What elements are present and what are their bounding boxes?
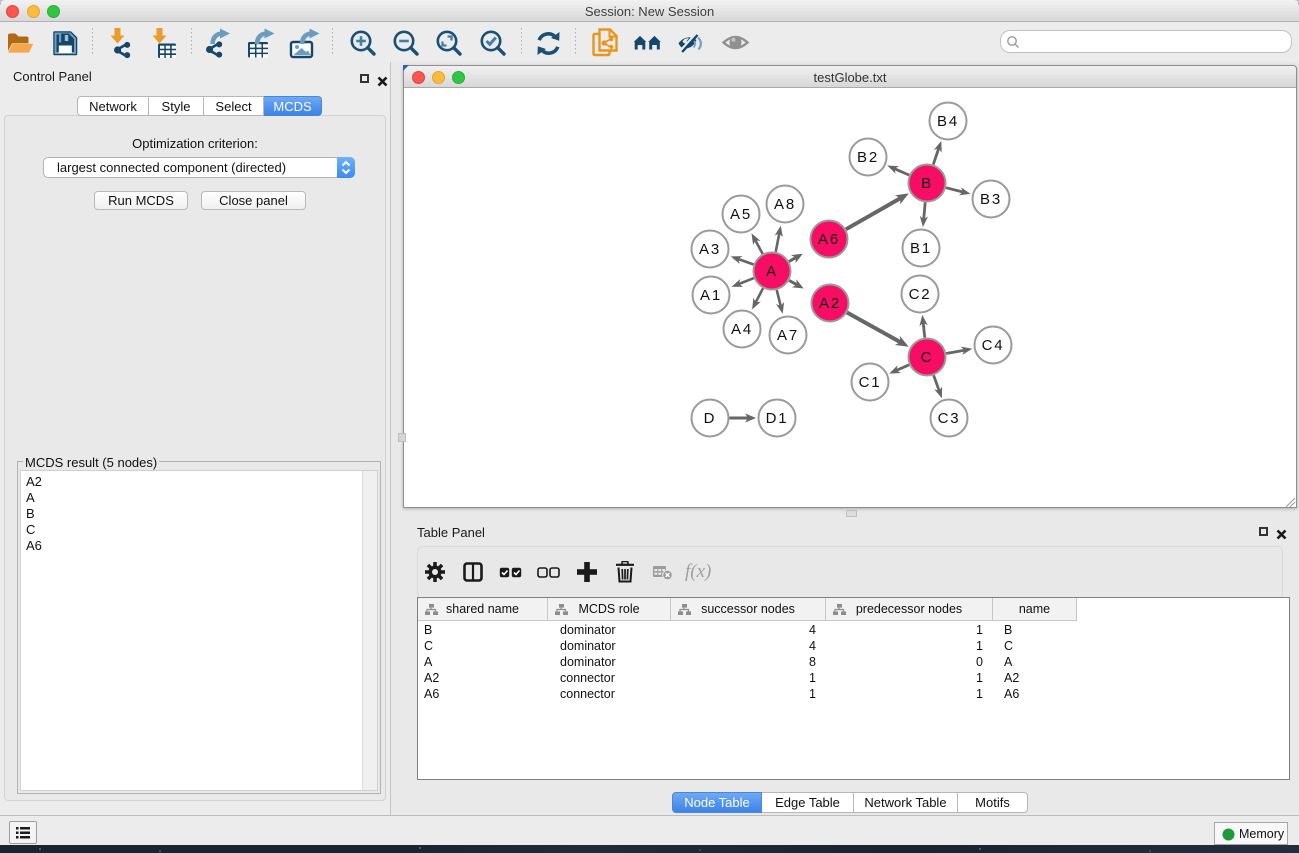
svg-text:C2: C2 bbox=[909, 286, 932, 303]
svg-text:B3: B3 bbox=[980, 191, 1002, 208]
svg-text:A1: A1 bbox=[700, 287, 722, 304]
svg-text:A5: A5 bbox=[730, 206, 752, 223]
svg-text:A: A bbox=[766, 263, 778, 280]
svg-text:B1: B1 bbox=[910, 240, 932, 257]
svg-text:A6: A6 bbox=[818, 231, 840, 248]
svg-text:A2: A2 bbox=[819, 295, 841, 312]
svg-text:C1: C1 bbox=[859, 374, 882, 391]
svg-text:A4: A4 bbox=[731, 321, 753, 338]
svg-text:C: C bbox=[921, 349, 934, 366]
svg-text:D: D bbox=[704, 410, 717, 427]
svg-text:A7: A7 bbox=[777, 327, 799, 344]
svg-text:B: B bbox=[921, 175, 933, 192]
svg-text:C4: C4 bbox=[982, 337, 1005, 354]
svg-text:A8: A8 bbox=[774, 196, 796, 213]
svg-text:B2: B2 bbox=[857, 149, 879, 166]
svg-text:B4: B4 bbox=[937, 113, 959, 130]
svg-text:C3: C3 bbox=[938, 410, 961, 427]
svg-text:A3: A3 bbox=[699, 241, 721, 258]
svg-text:D1: D1 bbox=[766, 410, 789, 427]
